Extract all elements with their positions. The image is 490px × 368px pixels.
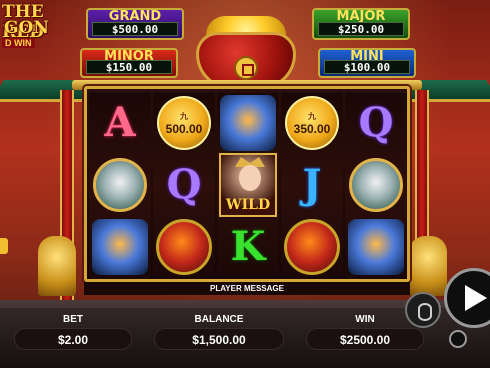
win-value: $2500.00: [306, 328, 424, 350]
reel-2: 九 500.00 Q: [153, 93, 215, 279]
dragon-red-symbol-icon: [156, 219, 212, 275]
reel-symbol: [283, 217, 341, 277]
reel-symbol: K: [219, 217, 277, 277]
wild-symbol: WILD: [219, 153, 277, 217]
balance-value: $1,500.00: [154, 328, 284, 350]
balance-field: BALANCE $1,500.00: [154, 314, 284, 354]
side-menu-tab[interactable]: [0, 238, 8, 254]
coin-symbol-value: 350.00: [293, 121, 331, 136]
right-lion-statue: [409, 236, 447, 296]
reel-5: Q: [345, 93, 407, 279]
dragon-blue-symbol-icon: [348, 219, 404, 275]
reel-4: 九 350.00 J: [281, 93, 343, 279]
letter-symbol: A: [104, 99, 136, 146]
player-message: PLAYER MESSAGE: [84, 282, 410, 295]
reel-symbol: 九 350.00: [283, 93, 341, 153]
reel-3: WILD K: [217, 93, 279, 279]
left-lion-statue: [38, 236, 76, 296]
princess-face-icon: [239, 165, 261, 191]
autoplay-icon[interactable]: [449, 330, 467, 348]
jackpot-mini: MINI $100.00: [318, 48, 416, 78]
reel-symbol: [91, 155, 149, 215]
coin-symbol-glyph: 九: [180, 111, 188, 121]
reel-symbol: [347, 217, 405, 277]
dragon-blue-symbol-icon: [92, 219, 148, 275]
jackpot-grand: GRAND $500.00: [86, 8, 184, 40]
coin-symbol-glyph: 九: [308, 111, 316, 121]
letter-symbol: Q: [166, 161, 202, 208]
reel-symbol: 九 500.00: [155, 93, 213, 153]
letter-symbol: J: [302, 161, 322, 208]
bet-value[interactable]: $2.00: [14, 328, 132, 350]
balance-label: BALANCE: [194, 314, 244, 325]
letter-symbol: Q: [358, 99, 394, 146]
game-logo: THE RED GON D WIN: [0, 0, 75, 50]
reel-symbol: [155, 217, 213, 277]
game-scene: THE RED GON D WIN GRAND $500.00 MAJOR $2…: [0, 0, 490, 368]
jackpot-minor: MINOR $150.00: [80, 48, 178, 78]
letter-symbol: K: [230, 223, 266, 270]
logo-line2: GON: [4, 18, 49, 38]
logo-sub: D WIN: [2, 38, 35, 48]
reel-symbol: A: [91, 93, 149, 153]
reel-symbol: [347, 155, 405, 215]
dragon-red-symbol-icon: [284, 219, 340, 275]
wild-label: WILD: [225, 197, 271, 213]
reel-symbol: [91, 217, 149, 277]
jackpot-mini-value: $100.00: [324, 60, 410, 74]
coin-symbol-value: 500.00: [165, 121, 203, 136]
reel-symbol: WILD: [219, 153, 277, 217]
jackpot-minor-value: $150.00: [86, 60, 172, 74]
jackpot-major-value: $250.00: [318, 22, 404, 36]
tiger-symbol-icon: [349, 158, 403, 212]
pot-emblem-icon: [234, 56, 258, 80]
reel-symbol: J: [283, 155, 341, 215]
coin-stack-icon[interactable]: [405, 292, 441, 328]
gold-pot: [190, 4, 302, 92]
dragon-blue-symbol-icon: [220, 95, 276, 151]
reel-symbol: [219, 93, 277, 153]
bet-label: BET: [63, 314, 83, 325]
coin-symbol: 九 500.00: [157, 96, 211, 150]
tiger-symbol-icon: [93, 158, 147, 212]
reel-1: A: [89, 93, 151, 279]
reel-symbol: Q: [347, 93, 405, 153]
reel-symbol: Q: [155, 155, 213, 215]
reel-frame: A 九 500.00 Q WILD K 九 350.00 J Q: [84, 86, 410, 282]
jackpot-grand-value: $500.00: [92, 22, 178, 36]
jackpot-major: MAJOR $250.00: [312, 8, 410, 40]
bet-field[interactable]: BET $2.00: [8, 314, 138, 354]
coin-symbol: 九 350.00: [285, 96, 339, 150]
